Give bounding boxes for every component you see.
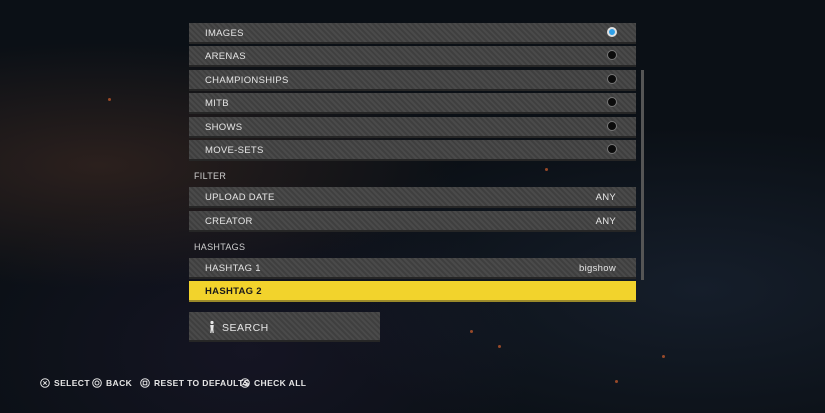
hashtag-1-label: HASHTAG 1 bbox=[205, 263, 261, 274]
hashtags-heading: HASHTAGS bbox=[194, 242, 246, 252]
control-label: SELECT bbox=[54, 378, 90, 388]
ember-particle bbox=[615, 380, 618, 383]
control-label: RESET TO DEFAULTS bbox=[154, 378, 250, 388]
control-back[interactable]: BACK bbox=[92, 378, 132, 388]
search-button[interactable]: SEARCH bbox=[189, 312, 380, 342]
search-label: SEARCH bbox=[222, 322, 269, 334]
radio-icon[interactable] bbox=[607, 50, 617, 60]
radio-icon[interactable] bbox=[607, 144, 617, 154]
ember-particle bbox=[545, 168, 548, 171]
scrollbar[interactable] bbox=[641, 70, 644, 280]
radio-selected-icon[interactable] bbox=[607, 27, 617, 37]
radio-icon[interactable] bbox=[607, 121, 617, 131]
radio-icon[interactable] bbox=[607, 97, 617, 107]
upload-date-row[interactable]: UPLOAD DATE ANY bbox=[189, 187, 636, 208]
control-reset-to-defaults[interactable]: RESET TO DEFAULTS bbox=[140, 378, 250, 388]
control-label: BACK bbox=[106, 378, 133, 388]
wrestler-figure-icon bbox=[210, 320, 214, 333]
option-label: CHAMPIONSHIPS bbox=[205, 75, 289, 86]
option-label: IMAGES bbox=[205, 28, 244, 39]
control-check-all[interactable]: CHECK ALL bbox=[240, 378, 306, 388]
cross-button-icon bbox=[40, 378, 50, 388]
option-label: SHOWS bbox=[205, 122, 243, 133]
option-mitb[interactable]: MITB bbox=[189, 93, 636, 114]
hashtag-2-row[interactable]: HASHTAG 2 bbox=[189, 281, 636, 302]
ember-particle bbox=[470, 330, 473, 333]
hashtag-2-label: HASHTAG 2 bbox=[205, 286, 262, 297]
circle-button-icon bbox=[92, 378, 102, 388]
option-label: MITB bbox=[205, 98, 229, 109]
upload-date-value: ANY bbox=[595, 192, 616, 203]
ember-particle bbox=[108, 98, 111, 101]
filter-heading: FILTER bbox=[194, 171, 227, 181]
hashtag-1-row[interactable]: HASHTAG 1 bigshow bbox=[189, 258, 636, 279]
upload-date-label: UPLOAD DATE bbox=[205, 192, 275, 203]
ember-particle bbox=[498, 345, 501, 348]
creator-row[interactable]: CREATOR ANY bbox=[189, 211, 636, 232]
option-label: ARENAS bbox=[205, 51, 246, 62]
triangle-button-icon bbox=[240, 378, 250, 388]
option-arenas[interactable]: ARENAS bbox=[189, 46, 636, 67]
control-select[interactable]: SELECT bbox=[40, 378, 90, 388]
creator-value: ANY bbox=[595, 216, 616, 227]
ember-particle bbox=[662, 355, 665, 358]
option-championships[interactable]: CHAMPIONSHIPS bbox=[189, 70, 636, 91]
radio-icon[interactable] bbox=[607, 74, 617, 84]
control-label: CHECK ALL bbox=[254, 378, 307, 388]
option-label: MOVE-SETS bbox=[205, 145, 264, 156]
creator-label: CREATOR bbox=[205, 216, 253, 227]
option-move-sets[interactable]: MOVE-SETS bbox=[189, 140, 636, 161]
option-images[interactable]: IMAGES bbox=[189, 23, 636, 44]
square-button-icon bbox=[140, 378, 150, 388]
option-shows[interactable]: SHOWS bbox=[189, 117, 636, 138]
hashtag-1-value: bigshow bbox=[579, 263, 616, 274]
